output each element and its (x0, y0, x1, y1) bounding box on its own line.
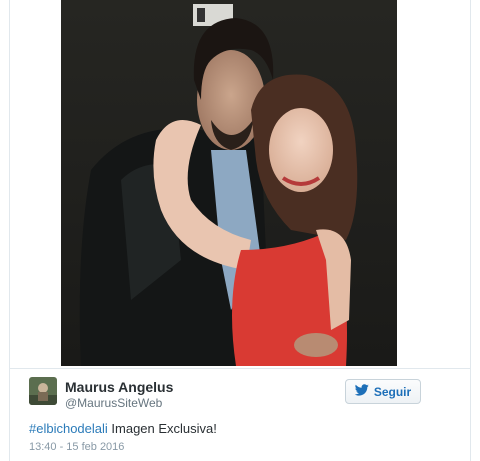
tweet-body: Imagen Exclusiva! (107, 421, 217, 436)
follow-button-label: Seguir (373, 384, 412, 399)
follow-button[interactable]: Seguir (345, 379, 421, 404)
author-display-name[interactable]: Maurus Angelus (65, 379, 173, 395)
author-handle[interactable]: @MaurusSiteWeb (65, 396, 162, 410)
tweet-card: Maurus Angelus @MaurusSiteWeb Seguir #el… (9, 0, 471, 461)
twitter-bird-icon (354, 383, 369, 401)
tweet-timestamp[interactable]: 13:40 - 15 feb 2016 (29, 441, 124, 453)
tweet-photo[interactable] (61, 0, 397, 366)
avatar-image (29, 377, 57, 405)
avatar[interactable] (29, 377, 57, 405)
photo-image (61, 0, 397, 366)
tweet-text: #elbichodelali Imagen Exclusiva! (29, 421, 217, 436)
divider (10, 368, 470, 369)
hashtag-link[interactable]: #elbichodelali (29, 421, 108, 436)
